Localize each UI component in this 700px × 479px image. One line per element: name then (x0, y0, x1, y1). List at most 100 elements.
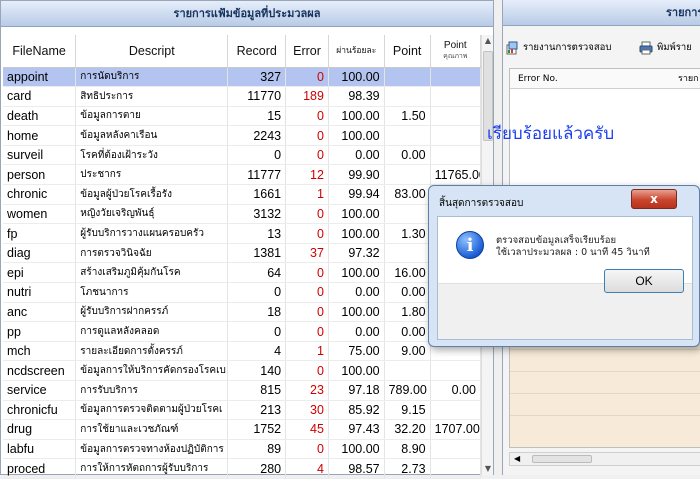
cell-point: 0.00 (384, 282, 431, 303)
file-grid[interactable]: FileName Descript Record Error ผ่านร้อยล… (3, 35, 482, 479)
info-icon: i (456, 231, 484, 259)
cell-descript: การนัดบริการ (75, 67, 229, 88)
cell-error: 37 (285, 243, 329, 264)
cell-point-quality: 1707.00 (430, 419, 482, 440)
cell-descript: ข้อมูลการให้บริการคัดกรองโรคเบ (75, 360, 229, 381)
scroll-up-icon[interactable]: ▲ (483, 35, 493, 47)
table-row[interactable]: ncdscreen ข้อมูลการให้บริการคัดกรองโรคเบ 1… (3, 360, 482, 381)
table-row[interactable]: card สิทธิประการ 11770 189 98.39 (3, 86, 482, 107)
cell-pass-percent: 0.00 (328, 145, 385, 166)
cell-descript: โรคที่ต้องเฝ้าระวัง (75, 145, 229, 166)
cell-point (384, 204, 431, 225)
cell-error: 0 (285, 439, 329, 460)
table-row[interactable]: death ข้อมูลการตาย 15 0 100.00 1.50 (3, 106, 482, 127)
table-row[interactable]: surveil โรคที่ต้องเฝ้าระวัง 0 0 0.00 0.00 (3, 145, 482, 166)
cell-error: 0 (285, 360, 329, 381)
scroll-left-icon[interactable]: ◀ (514, 453, 520, 465)
cell-point-quality (430, 67, 482, 88)
cell-filename: chronicfu (3, 400, 77, 421)
cell-point: 9.00 (384, 341, 431, 362)
cell-point: 1.50 (384, 106, 431, 127)
table-row[interactable]: anc ผู้รับบริการฝากครรภ์ 18 0 100.00 1.80 (3, 302, 482, 323)
col-header-record[interactable]: Record (227, 35, 287, 68)
cell-record: 1661 (227, 184, 287, 205)
cell-descript: รายละเอียดการตั้งครรภ์ (75, 341, 229, 362)
cell-point: 789.00 (384, 380, 431, 401)
table-row[interactable]: mch รายละเอียดการตั้งครรภ์ 4 1 75.00 9.00 (3, 341, 482, 362)
ok-button[interactable]: OK (604, 269, 684, 293)
list-gridline (510, 415, 700, 416)
cell-point (384, 125, 431, 146)
close-button[interactable]: x (631, 189, 677, 209)
cell-error: 189 (285, 86, 329, 107)
col-header-point-quality[interactable]: Point คุณภาพ (430, 35, 482, 68)
completion-dialog: สิ้นสุดการตรวจสอบ x i ตรวจสอบข้อมูลเสร็จ… (428, 185, 700, 347)
col-header-error-no[interactable]: Error No. (518, 69, 558, 89)
cell-point: 2.73 (384, 458, 431, 479)
cell-error: 0 (285, 204, 329, 225)
col-header-detail[interactable]: รายก (678, 69, 699, 89)
cell-error: 1 (285, 184, 329, 205)
cell-record: 213 (227, 400, 287, 421)
cell-filename: pp (3, 321, 77, 342)
cell-descript: สิทธิประการ (75, 86, 229, 107)
cell-pass-percent: 98.57 (328, 458, 385, 479)
cell-error: 0 (285, 302, 329, 323)
table-row[interactable]: women หญิงวัยเจริญพันธุ์ 3132 0 100.00 (3, 204, 482, 225)
table-row[interactable]: appoint การนัดบริการ 327 0 100.00 (3, 67, 482, 88)
cell-point: 83.00 (384, 184, 431, 205)
table-row[interactable]: chronicfu ข้อมูลการตรวจติดตามผู้ป่วยโรคเ 2… (3, 400, 482, 421)
cell-descript: การให้การหัตถการผู้รับบริการ (75, 458, 229, 479)
file-list-panel: รายการแฟ้มข้อมูลที่ประมวลผล FileName Des… (0, 0, 494, 479)
table-row[interactable]: drug การใช้ยาและเวชภัณฑ์ 1752 45 97.43 32.20 1… (3, 419, 482, 440)
cell-record: 18 (227, 302, 287, 323)
cell-filename: mch (3, 341, 77, 362)
cell-filename: anc (3, 302, 77, 323)
cell-point-quality (430, 145, 482, 166)
col-header-error[interactable]: Error (285, 35, 329, 68)
cell-pass-percent: 100.00 (328, 262, 385, 284)
cell-pass-percent: 100.00 (328, 106, 385, 127)
table-row[interactable]: personประชากร117771299.90 11765.00 (3, 164, 482, 186)
table-row[interactable]: pp การดูแลหลังคลอด 0 0 0.00 0.00 (3, 321, 482, 342)
cell-pass-percent: 75.00 (328, 341, 385, 362)
cell-filename: home (3, 125, 77, 146)
col-header-point[interactable]: Point (384, 35, 431, 68)
cell-point-quality (430, 360, 482, 381)
cell-filename: death (3, 106, 77, 127)
table-row[interactable]: nutri โภชนาการ 0 0 0.00 0.00 (3, 282, 482, 303)
table-row[interactable]: service การรับบริการ 815 23 97.18 789.00 0.00 (3, 380, 482, 401)
report-button[interactable]: รายงานการตรวจสอบ (505, 40, 611, 55)
cell-point-quality (430, 439, 482, 460)
cell-point: 32.20 (384, 419, 431, 440)
table-row[interactable]: epi สร้างเสริมภูมิคุ้มกันโรค 64 0 100.00 16.0… (3, 262, 482, 284)
scroll-down-icon[interactable]: ▼ (483, 463, 493, 475)
error-list-header: Error No. รายก (510, 69, 700, 89)
col-header-descript[interactable]: Descript (75, 35, 229, 68)
table-row[interactable]: diag การตรวจวินิจฉัย 1381 37 97.32 (3, 243, 482, 264)
cell-pass-percent: 100.00 (328, 204, 385, 225)
table-row[interactable]: fp ผู้รับบริการวางแผนครอบครัว 13 0 100.00 1.3… (3, 223, 482, 244)
table-row[interactable]: labfu ข้อมูลการตรวจทางห้องปฏิบัติการ 89 0 10… (3, 439, 482, 460)
cell-point: 1.30 (384, 223, 431, 244)
cell-filename: fp (3, 223, 77, 244)
cell-descript: ข้อมูลการตรวจติดตามผู้ป่วยโรคเ (75, 400, 229, 421)
table-row[interactable]: home ข้อมูลหลังคาเรือน 2243 0 100.00 (3, 125, 482, 146)
table-row[interactable]: proced การให้การหัตถการผู้รับบริการ 280 4 98… (3, 458, 482, 479)
table-row[interactable]: chronic ข้อมูลผู้ป่วยโรคเรื้อรัง 1661 1 99.9… (3, 184, 482, 205)
cell-descript: สร้างเสริมภูมิคุ้มกันโรค (75, 262, 229, 284)
col-header-filename[interactable]: FileName (3, 35, 77, 68)
cell-error: 0 (285, 223, 329, 244)
cell-filename: service (3, 380, 77, 401)
cell-pass-percent: 99.90 (328, 164, 385, 186)
cell-point (384, 243, 431, 264)
list-gridline (510, 371, 700, 372)
cell-record: 64 (227, 262, 287, 284)
col-header-pass-percent[interactable]: ผ่านร้อยละ (328, 35, 385, 68)
print-button[interactable]: พิมพ์ราย (639, 40, 692, 55)
cell-filename: appoint (3, 67, 77, 88)
scrollbar-thumb[interactable] (532, 455, 592, 463)
list-horizontal-scrollbar[interactable]: ◀ (509, 452, 700, 466)
cell-record: 327 (227, 67, 287, 88)
cell-descript: ประชากร (75, 164, 229, 186)
